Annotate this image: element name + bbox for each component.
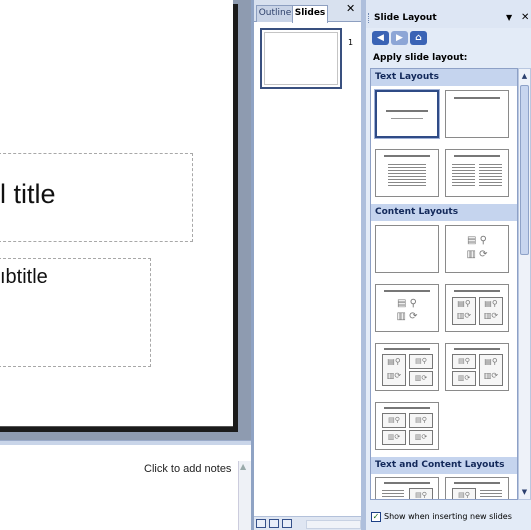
scroll-up-arrow-icon[interactable]: ▲ bbox=[240, 462, 246, 471]
layout-line bbox=[384, 290, 430, 292]
layout-line bbox=[384, 155, 430, 157]
content-icons: ▤⚲ ▥⟳ bbox=[479, 354, 503, 386]
apply-layout-label: Apply slide layout: bbox=[373, 53, 468, 63]
scroll-up-arrow-icon[interactable]: ▲ bbox=[520, 70, 529, 82]
content-icons: ▤⚲ ▥⟳ bbox=[382, 354, 406, 386]
layout-line bbox=[386, 110, 428, 112]
text-block bbox=[382, 490, 404, 499]
layout-title-only[interactable] bbox=[445, 90, 509, 138]
layout-line bbox=[454, 155, 500, 157]
layout-line bbox=[454, 348, 500, 350]
content-icons: ▤⚲ bbox=[409, 354, 433, 369]
content-icons: ▤⚲ bbox=[452, 354, 476, 369]
slide-thumbnail[interactable] bbox=[260, 28, 342, 89]
content-icons: ▤⚲ ▥⟳ bbox=[479, 297, 503, 325]
content-icons: ▥⟳ bbox=[409, 371, 433, 386]
layout-blank[interactable] bbox=[375, 225, 439, 273]
layout-line bbox=[384, 348, 430, 350]
tab-outline[interactable]: Outline bbox=[256, 5, 294, 22]
slide-shadow bbox=[0, 427, 238, 432]
content-icons: ▤⚲ bbox=[409, 488, 433, 499]
layout-title-and-content[interactable]: ▤ ⚲ ▥ ⟳ bbox=[375, 284, 439, 332]
layout-title-and-text[interactable] bbox=[375, 149, 439, 197]
notes-scrollbar[interactable] bbox=[238, 461, 251, 530]
text-block bbox=[480, 490, 502, 499]
task-pane: Slide Layout ▼ ✕ ◀ ▶ ⌂ Apply slide layou… bbox=[366, 0, 531, 530]
horizontal-scrollbar[interactable] bbox=[306, 520, 361, 529]
show-when-inserting-checkbox[interactable]: ✓ bbox=[371, 512, 381, 522]
scroll-down-arrow-icon[interactable]: ▼ bbox=[520, 486, 529, 498]
pane-tab-bar: Outline Slides ✕ bbox=[254, 0, 361, 23]
content-icons: ▥⟳ bbox=[409, 430, 433, 445]
slide-shadow bbox=[233, 4, 238, 432]
content-icons: ▤⚲ bbox=[409, 413, 433, 428]
layout-line bbox=[384, 482, 430, 484]
layout-content[interactable]: ▤ ⚲ ▥ ⟳ bbox=[445, 225, 509, 273]
normal-view-icon[interactable] bbox=[256, 519, 266, 528]
slide-show-view-icon[interactable] bbox=[282, 519, 292, 528]
close-icon[interactable]: ✕ bbox=[521, 12, 529, 23]
layout-line bbox=[384, 407, 430, 409]
slide-editing-area: l title ıbtitle bbox=[0, 0, 251, 440]
layout-title-two-over-content[interactable]: ▤⚲ ▥⟳ ▤⚲ ▥⟳ bbox=[445, 343, 509, 391]
layout-title-content-over-two[interactable]: ▤⚲ ▥⟳ ▤⚲ ▥⟳ bbox=[375, 343, 439, 391]
slide-sorter-view-icon[interactable] bbox=[269, 519, 279, 528]
content-icons: ▤⚲ bbox=[452, 488, 476, 499]
section-header: Text and Content Layouts bbox=[371, 457, 517, 474]
task-pane-footer: ✓ Show when inserting new slides bbox=[366, 508, 531, 530]
forward-arrow-icon[interactable]: ▶ bbox=[391, 31, 408, 45]
task-pane-title: Slide Layout bbox=[374, 13, 437, 23]
layout-line bbox=[454, 482, 500, 484]
layout-line bbox=[454, 97, 500, 99]
task-pane-header: Slide Layout ▼ ✕ bbox=[366, 0, 531, 28]
content-icons: ▥⟳ bbox=[452, 371, 476, 386]
layout-title-content-and-text[interactable]: ▤⚲ bbox=[445, 477, 509, 499]
layout-title-and-two-column-text[interactable] bbox=[445, 149, 509, 197]
view-buttons-bar bbox=[254, 516, 361, 530]
slide-canvas[interactable]: l title ıbtitle bbox=[0, 0, 233, 427]
slides-pane: Outline Slides ✕ 1 bbox=[254, 0, 361, 530]
layout-title-and-two-content[interactable]: ▤⚲ ▥⟳ ▤⚲ ▥⟳ bbox=[445, 284, 509, 332]
grip-icon[interactable] bbox=[368, 13, 371, 23]
content-icons: ▥⟳ bbox=[382, 430, 406, 445]
show-when-inserting-label[interactable]: Show when inserting new slides bbox=[384, 512, 512, 521]
text-block bbox=[388, 164, 426, 186]
section-header: Content Layouts bbox=[371, 204, 517, 221]
back-arrow-icon[interactable]: ◀ bbox=[372, 31, 389, 45]
section-header: Text Layouts bbox=[371, 69, 517, 86]
dropdown-arrow-icon[interactable]: ▼ bbox=[506, 13, 512, 22]
notes-placeholder[interactable]: Click to add notes bbox=[144, 463, 231, 475]
content-icons: ▤ ⚲ ▥ ⟳ bbox=[460, 234, 494, 264]
content-icons: ▤⚲ ▥⟳ bbox=[452, 297, 476, 325]
layout-gallery-scrollbar[interactable]: ▲ ▼ bbox=[518, 68, 531, 500]
home-icon[interactable]: ⌂ bbox=[410, 31, 427, 45]
scrollbar-thumb[interactable] bbox=[520, 85, 529, 255]
text-block bbox=[479, 164, 502, 186]
close-icon[interactable]: ✕ bbox=[346, 2, 355, 15]
layout-title-text-and-content[interactable]: ▤⚲ bbox=[375, 477, 439, 499]
text-block bbox=[452, 164, 475, 186]
title-placeholder-text: l title bbox=[0, 179, 56, 209]
tab-slides[interactable]: Slides bbox=[292, 5, 328, 23]
layout-gallery: Text Layouts Content Layouts ▤ ⚲ ▥ ⟳ ▤ ⚲ ▥… bbox=[370, 68, 518, 500]
notes-pane[interactable]: Click to add notes ▲ bbox=[0, 445, 251, 530]
subtitle-placeholder-text: ıbtitle bbox=[0, 266, 48, 288]
layout-title-and-four-content[interactable]: ▤⚲ ▤⚲ ▥⟳ ▥⟳ bbox=[375, 402, 439, 450]
slide-number: 1 bbox=[348, 38, 354, 47]
layout-title-slide[interactable] bbox=[374, 89, 440, 139]
content-icons: ▤ ⚲ ▥ ⟳ bbox=[390, 297, 424, 325]
content-icons: ▤⚲ bbox=[382, 413, 406, 428]
task-pane-nav: ◀ ▶ ⌂ bbox=[372, 31, 428, 45]
layout-line bbox=[391, 118, 423, 119]
slide-thumbnail-content bbox=[264, 32, 338, 85]
layout-line bbox=[454, 290, 500, 292]
